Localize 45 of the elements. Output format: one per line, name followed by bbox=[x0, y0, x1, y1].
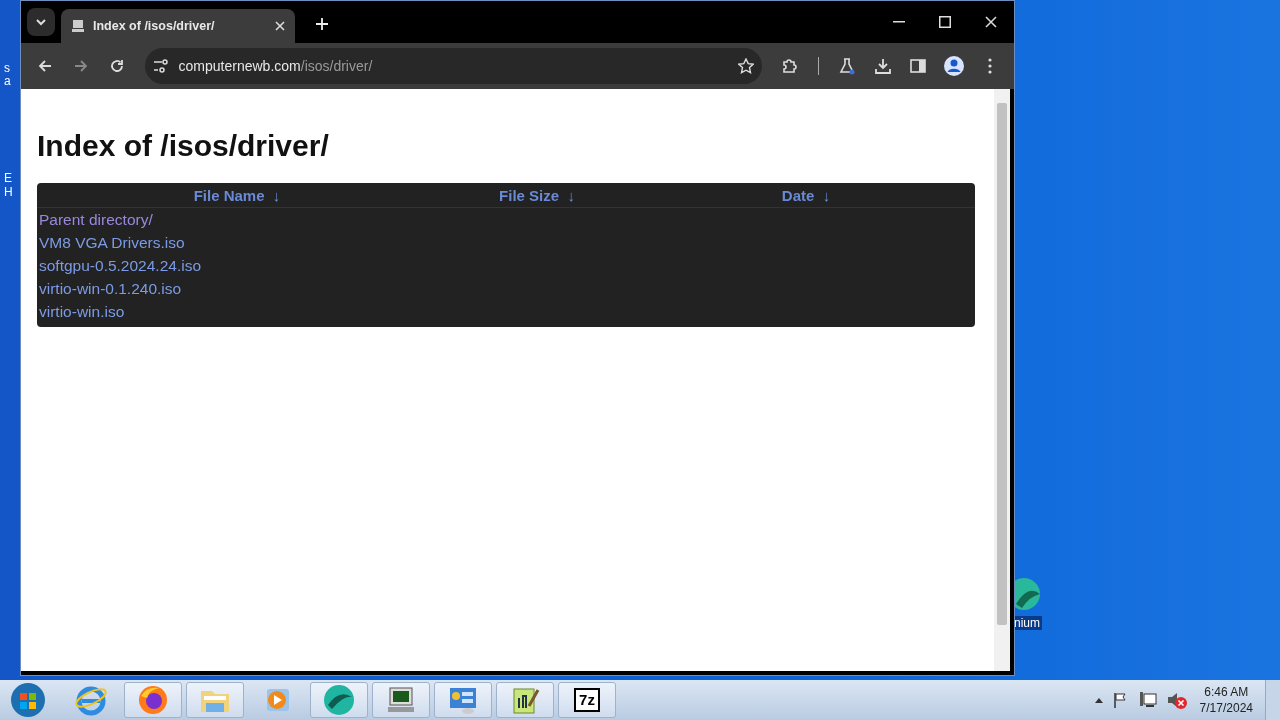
muted-speaker-icon[interactable] bbox=[1165, 690, 1188, 710]
page-heading: Index of /isos/driver/ bbox=[37, 129, 330, 163]
scrollbar[interactable] bbox=[994, 89, 1010, 671]
maximize-icon[interactable] bbox=[939, 16, 951, 28]
file-link[interactable]: virtio-win-0.1.240.iso bbox=[39, 280, 182, 297]
menu-icon[interactable] bbox=[988, 58, 993, 74]
column-header[interactable]: Date ↓ bbox=[637, 183, 975, 208]
download-icon[interactable] bbox=[873, 57, 892, 75]
clock-date[interactable]: 7/17/2024 bbox=[1199, 700, 1253, 716]
server-icon bbox=[71, 19, 85, 33]
minimize-icon[interactable] bbox=[893, 21, 905, 23]
fox-globe-icon[interactable] bbox=[137, 684, 169, 716]
globe-e-icon[interactable] bbox=[74, 684, 108, 716]
site-settings-icon[interactable] bbox=[152, 59, 169, 73]
show-hidden-icons[interactable] bbox=[1093, 696, 1104, 704]
column-header[interactable]: File Name ↓ bbox=[37, 183, 437, 208]
profile-avatar-icon[interactable] bbox=[943, 55, 966, 77]
tab-search-button[interactable] bbox=[27, 8, 55, 36]
monitor-icon[interactable] bbox=[385, 685, 417, 715]
back-arrow-icon[interactable] bbox=[37, 59, 52, 73]
file-link[interactable]: softgpu-0.5.2024.24.iso bbox=[39, 257, 201, 274]
address-bar[interactable]: computernewb.com/isos/driver/ bbox=[144, 48, 762, 84]
archiver-logo[interactable]: 7z bbox=[574, 688, 600, 712]
puzzle-piece-icon[interactable] bbox=[780, 57, 799, 75]
file-link[interactable]: virtio-win.iso bbox=[39, 303, 125, 320]
desktop-icon-label: a bbox=[4, 75, 11, 88]
column-header[interactable]: File Size ↓ bbox=[437, 183, 637, 208]
side-panel-icon[interactable] bbox=[910, 58, 927, 74]
desktop-icon-label: s bbox=[4, 62, 10, 75]
clock-time[interactable]: 6:46 AM bbox=[1204, 684, 1249, 700]
sphere-logo-icon[interactable] bbox=[322, 683, 356, 717]
flask-icon[interactable] bbox=[837, 57, 856, 75]
close-icon[interactable] bbox=[275, 21, 285, 31]
reload-icon[interactable] bbox=[109, 59, 124, 73]
star-icon[interactable] bbox=[737, 58, 754, 74]
close-icon[interactable] bbox=[985, 16, 997, 28]
desktop-icon-label: H bbox=[4, 186, 13, 199]
chevron-down-icon bbox=[35, 18, 47, 26]
forward-arrow-icon[interactable] bbox=[73, 59, 88, 73]
url-text: computernewb.com/isos/driver/ bbox=[178, 58, 374, 74]
network-icon[interactable] bbox=[1137, 691, 1158, 709]
file-link[interactable]: VM8 VGA Drivers.iso bbox=[39, 234, 185, 251]
file-link[interactable]: Parent directory/ bbox=[39, 211, 153, 228]
desktop-icon-label: E bbox=[4, 172, 12, 185]
browser-tab[interactable]: Index of /isos/driver/ bbox=[61, 9, 295, 43]
